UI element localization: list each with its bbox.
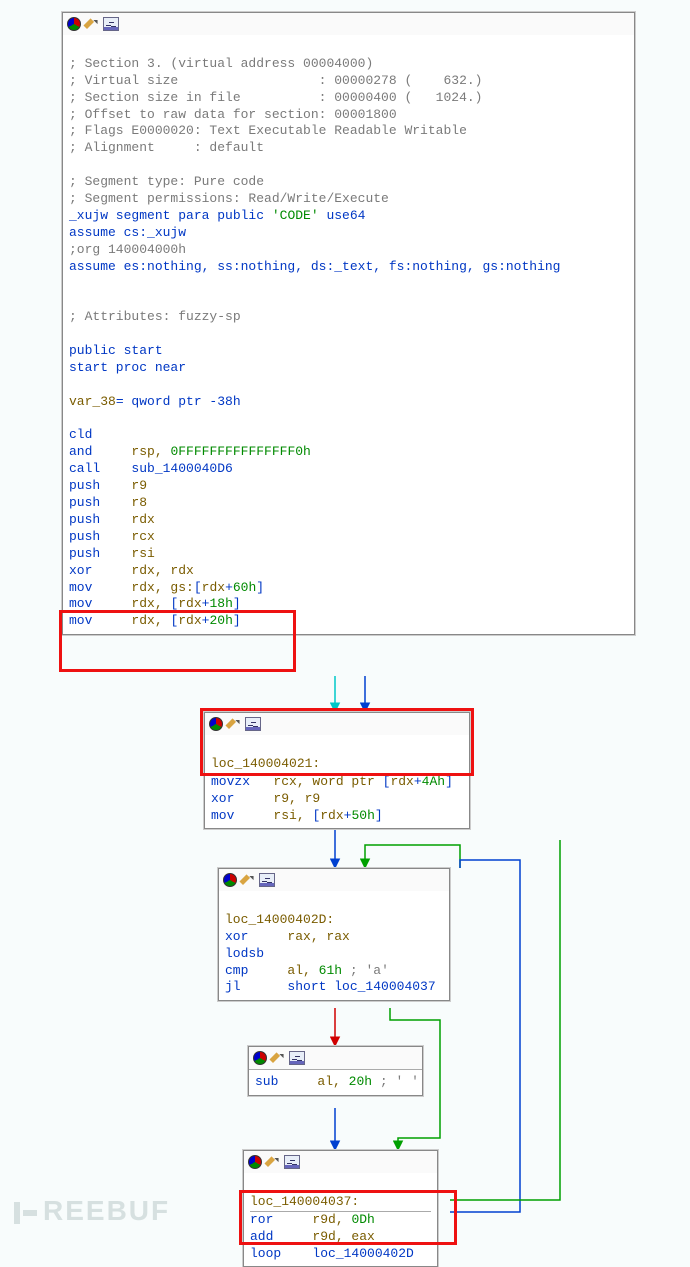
code-body: sub al, 20h ; ' ' [249,1069,422,1095]
pie-icon [209,717,223,731]
code-body: ; Section 3. (virtual address 00004000) … [63,35,634,634]
graph-node-start[interactable]: ; Section 3. (virtual address 00004000) … [62,12,635,635]
pencil-icon [85,17,99,31]
comment-line: ;org 140004000h [69,242,186,257]
instruction-list: xor rax, rax lodsb cmp al, 61h ; 'a' jl … [225,929,436,995]
pie-icon [253,1051,267,1065]
assume-line: assume cs:_xujw [69,225,186,240]
instruction-list: movzx rcx, word ptr [rdx+4Ah] xor r9, r9… [211,774,453,823]
comment-line: ; Section 3. (virtual address 00004000) [69,56,373,71]
comment-line: ; Section size in file : 00000400 ( 1024… [69,90,482,105]
pie-icon [223,873,237,887]
comment-line: ; Segment permissions: Read/Write/Execut… [69,191,389,206]
pie-icon [248,1155,262,1169]
pie-icon [67,17,81,31]
public-decl: public start [69,343,163,358]
comment-line: ; Virtual size : 00000278 ( 632.) [69,73,482,88]
instruction-list: ror r9d, 0Dh add r9d, eax loop loc_14000… [250,1212,414,1261]
proc-decl: start proc near [69,360,186,375]
instruction-list: cld and rsp, 0FFFFFFFFFFFFFFF0h call sub… [69,427,311,628]
code-body: loc_14000402D: xor rax, rax lodsb cmp al… [219,891,449,1000]
node-header [244,1151,437,1173]
assume-line: assume es:nothing, ss:nothing, ds:_text,… [69,259,560,274]
pencil-icon [227,717,241,731]
graph-node-loc21[interactable]: loc_140004021:movzx rcx, word ptr [rdx+4… [204,712,470,829]
graph-icon [284,1155,300,1169]
comment-line: ; Attributes: fuzzy-sp [69,309,241,324]
code-body: loc_140004021:movzx rcx, word ptr [rdx+4… [205,735,469,828]
pencil-icon [266,1155,280,1169]
graph-icon [245,717,261,731]
segment-decl: _xujw segment para public [69,208,272,223]
var-decl: var_38 [69,394,116,409]
comment-line: ; Segment type: Pure code [69,174,264,189]
graph-icon [259,873,275,887]
graph-icon [289,1051,305,1065]
pencil-icon [241,873,255,887]
node-header [249,1047,422,1069]
node-header [219,869,449,891]
node-header [63,13,634,35]
graph-node-loc2d[interactable]: loc_14000402D: xor rax, rax lodsb cmp al… [218,868,450,1001]
instruction-list: sub al, 20h ; ' ' [255,1074,419,1089]
graph-node-sub[interactable]: sub al, 20h ; ' ' [248,1046,423,1096]
loc-label: loc_140004021: [211,756,320,771]
loc-label: loc_14000402D: [225,912,334,927]
comment-line: ; Flags E0000020: Text Executable Readab… [69,123,467,138]
loc-label: loc_140004037: [250,1194,359,1209]
watermark: REEBUF [14,1195,170,1227]
graph-node-loc37[interactable]: loc_140004037:ror r9d, 0Dh add r9d, eax … [243,1150,438,1267]
comment-line: ; Offset to raw data for section: 000018… [69,107,397,122]
node-header [205,713,469,735]
pencil-icon [271,1051,285,1065]
comment-line: ; Alignment : default [69,140,264,155]
graph-icon [103,17,119,31]
code-body: loc_140004037:ror r9d, 0Dh add r9d, eax … [244,1173,437,1266]
